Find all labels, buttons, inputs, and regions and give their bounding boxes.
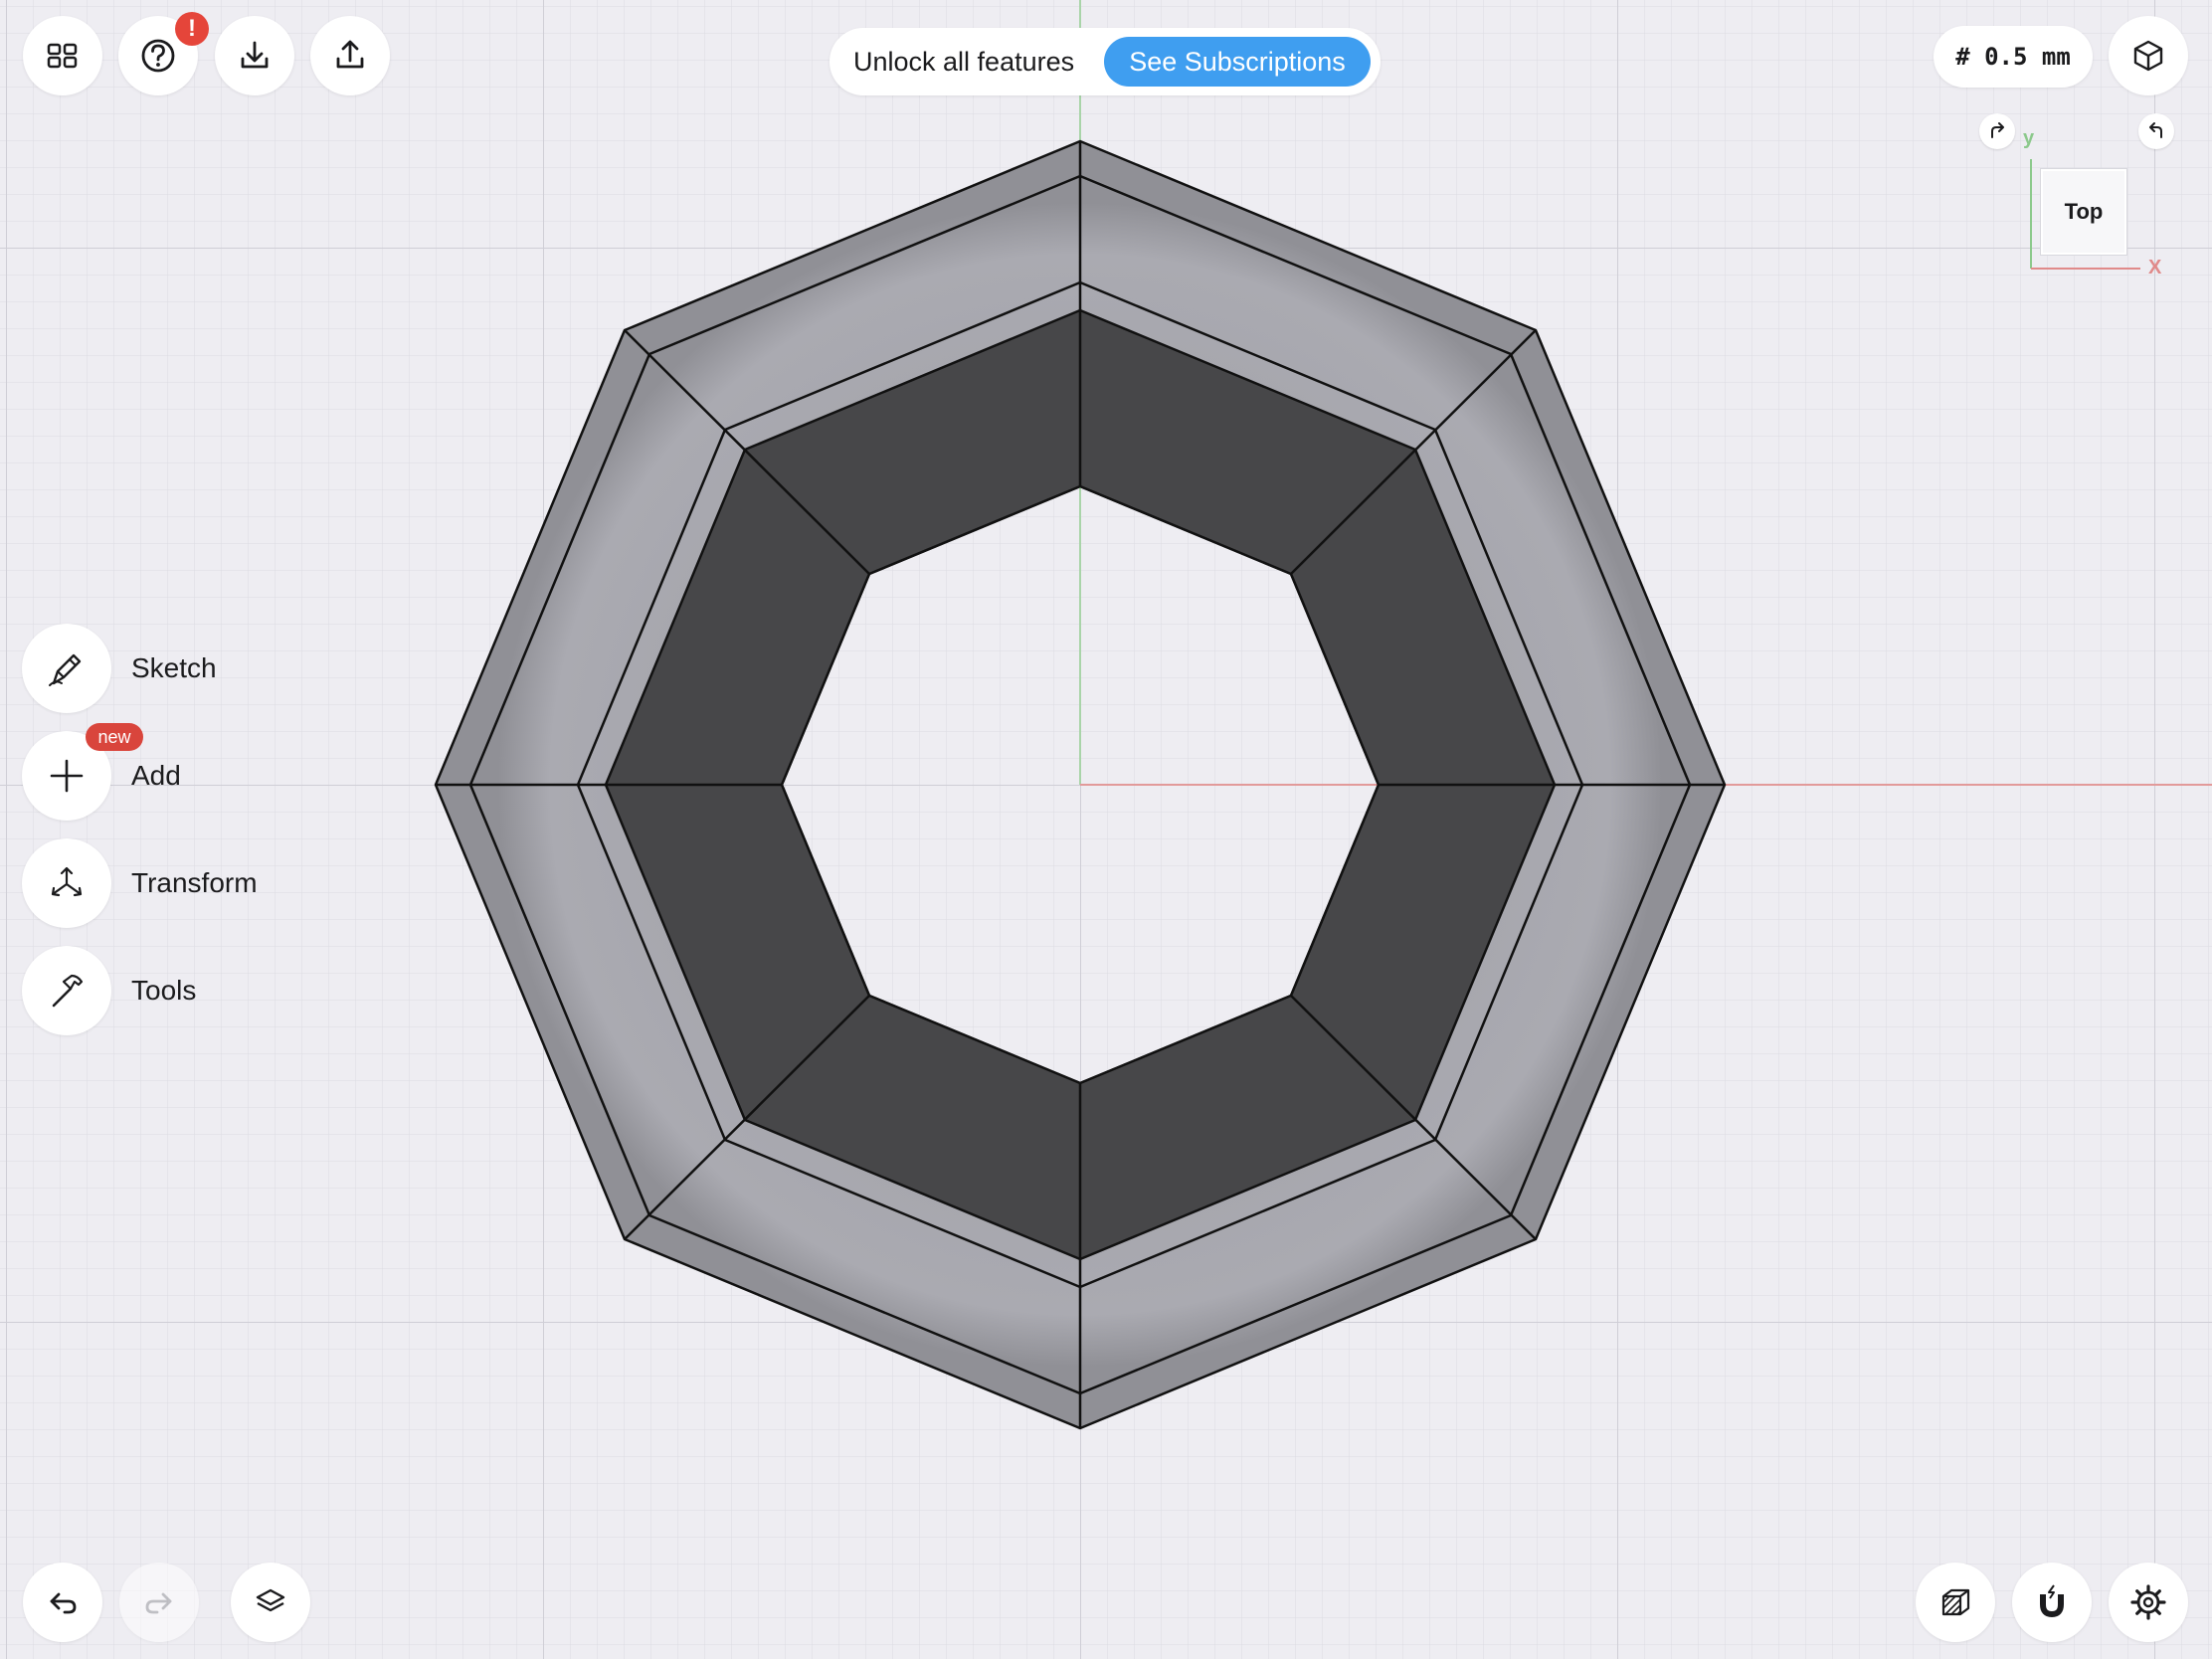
see-subscriptions-button[interactable]: See Subscriptions <box>1104 37 1371 87</box>
download-icon <box>241 41 269 69</box>
sketch-pencil-icon <box>49 653 82 686</box>
grid-icon <box>47 43 78 69</box>
3d-viewport-canvas[interactable] <box>0 0 2212 1659</box>
material-button[interactable] <box>1916 1563 1995 1642</box>
import-button[interactable] <box>215 16 294 95</box>
export-button[interactable] <box>310 16 390 95</box>
sketch-button[interactable] <box>22 624 111 713</box>
undo-button[interactable] <box>23 1563 102 1642</box>
layers-button[interactable] <box>231 1563 310 1642</box>
tool-label-add: Add <box>131 760 181 791</box>
question-icon <box>141 39 175 73</box>
view-mode-button[interactable] <box>2109 16 2188 95</box>
share-icon <box>336 40 364 69</box>
redo-icon <box>145 1592 172 1614</box>
tools-button[interactable] <box>22 946 111 1035</box>
magnet-icon <box>2040 1584 2064 1618</box>
alert-badge: ! <box>175 12 209 46</box>
grid-size-chip[interactable]: # 0.5 mm <box>1934 26 2093 88</box>
settings-button[interactable] <box>2109 1563 2188 1642</box>
layers-icon <box>256 1588 285 1612</box>
cube-face-top[interactable]: Top <box>2041 169 2126 255</box>
x-axis-label: X <box>2148 257 2162 278</box>
transform-button[interactable] <box>22 838 111 928</box>
plus-icon <box>50 759 84 793</box>
cube-icon <box>2133 40 2163 72</box>
hammer-icon <box>52 974 84 1008</box>
snap-button[interactable] <box>2012 1563 2092 1642</box>
apps-button[interactable] <box>23 16 102 95</box>
redo-button[interactable] <box>119 1563 199 1642</box>
tool-label-tools: Tools <box>131 975 197 1006</box>
banner-text: Unlock all features <box>853 47 1075 77</box>
subscription-banner: Unlock all features See Subscriptions <box>830 28 1381 95</box>
material-cube-icon <box>1941 1588 1970 1616</box>
tool-label-sketch: Sketch <box>131 652 217 683</box>
gear-icon <box>2130 1584 2166 1620</box>
undo-icon <box>50 1592 77 1614</box>
y-axis-label: y <box>2023 127 2035 149</box>
transform-arrows-icon <box>51 866 83 897</box>
view-cube[interactable]: Top y X <box>1979 111 2178 290</box>
tool-label-transform: Transform <box>131 867 258 898</box>
